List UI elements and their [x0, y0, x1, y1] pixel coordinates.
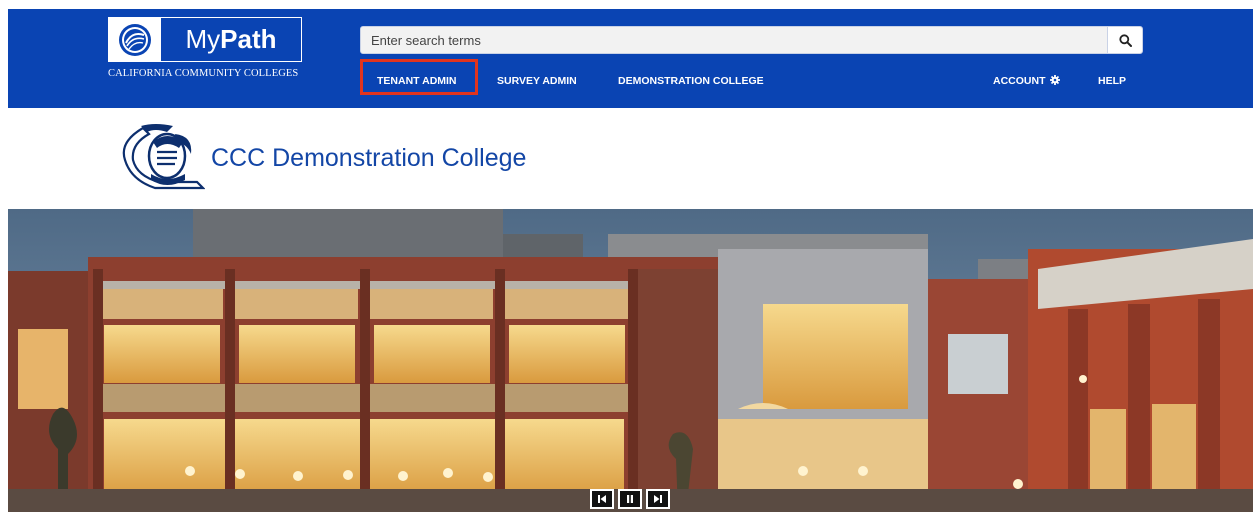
mypath-logo-box: My Path — [108, 17, 302, 62]
campus-building-photo — [8, 209, 1253, 512]
nav-help[interactable]: HELP — [1098, 67, 1126, 95]
mypath-wordmark: My Path — [161, 18, 301, 61]
pause-icon — [627, 495, 633, 503]
mypath-logo[interactable]: My Path CALIFORNIA COMMUNITY COLLEGES — [108, 17, 306, 97]
campus-hero-image — [8, 209, 1253, 512]
carousel-previous-button[interactable] — [590, 489, 614, 509]
next-icon — [654, 495, 662, 503]
brand-name-prefix: My — [185, 24, 221, 54]
brand-name-bold: Path — [220, 24, 277, 54]
nav-demonstration-college[interactable]: DEMONSTRATION COLLEGE — [618, 67, 764, 95]
college-name: CCC Demonstration College — [211, 143, 527, 172]
college-header: CCC Demonstration College — [115, 122, 526, 194]
search-button[interactable] — [1107, 27, 1142, 53]
nav-account[interactable]: ACCOUNT — [993, 67, 1061, 95]
nav-account-label: ACCOUNT — [993, 75, 1046, 87]
search-bar — [360, 26, 1143, 54]
ccc-seal-icon — [109, 18, 161, 61]
search-icon — [1118, 33, 1132, 47]
previous-icon — [598, 495, 606, 503]
carousel-controls — [590, 489, 670, 509]
carousel-pause-button[interactable] — [618, 489, 642, 509]
college-knight-logo-icon — [122, 124, 205, 190]
brand-subtitle: CALIFORNIA COMMUNITY COLLEGES — [108, 68, 299, 79]
gear-icon — [1050, 75, 1061, 85]
nav-survey-admin[interactable]: SURVEY ADMIN — [497, 67, 577, 95]
search-input[interactable] — [361, 27, 1106, 53]
nav-tenant-admin[interactable]: TENANT ADMIN — [377, 67, 457, 95]
carousel-next-button[interactable] — [646, 489, 670, 509]
